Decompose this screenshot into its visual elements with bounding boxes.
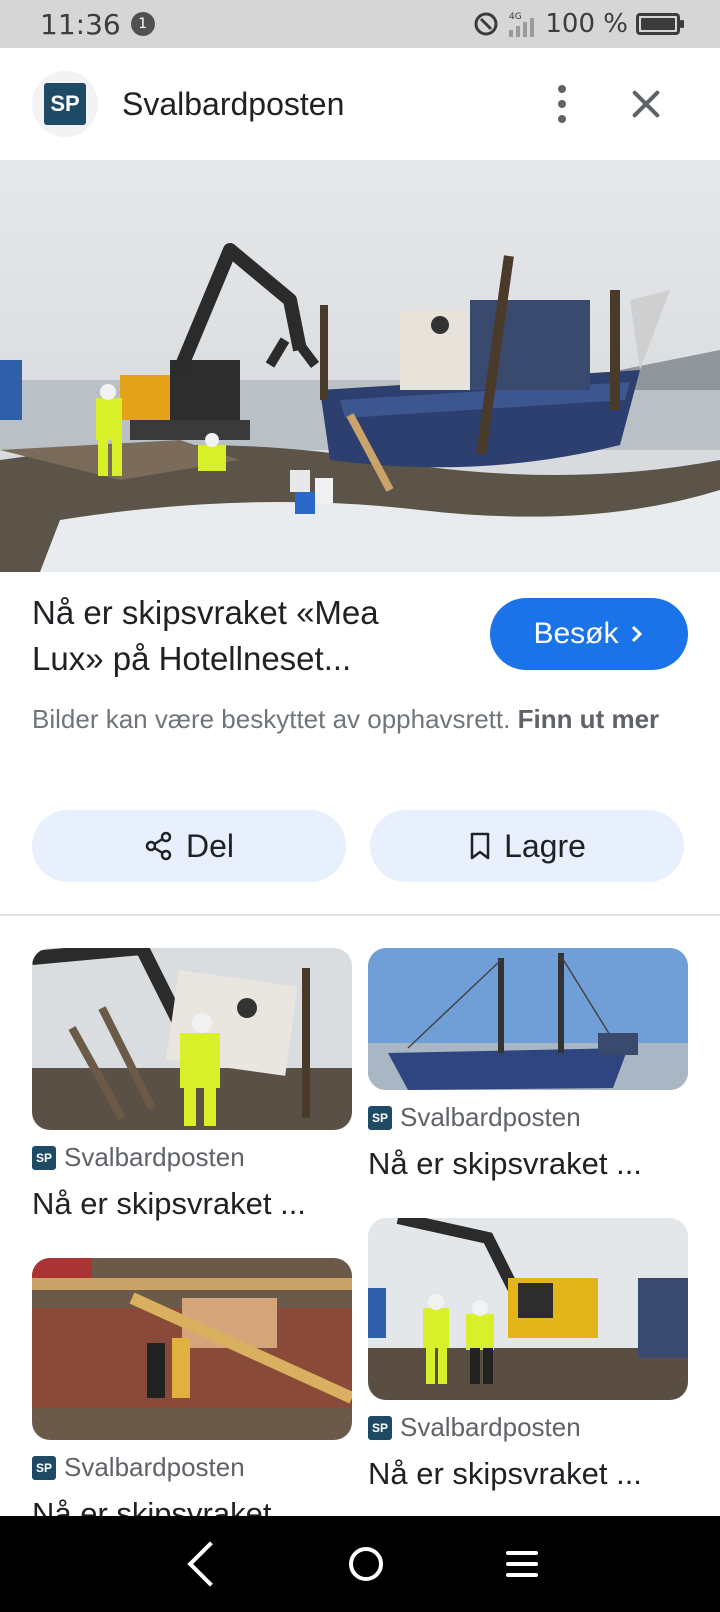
share-icon bbox=[145, 831, 172, 861]
site-name[interactable]: Svalbardposten bbox=[122, 86, 540, 123]
related-source: SP Svalbardposten bbox=[32, 1142, 245, 1173]
related-image[interactable] bbox=[368, 948, 688, 1090]
source-name: Svalbardposten bbox=[400, 1412, 581, 1442]
more-options-icon[interactable] bbox=[540, 76, 584, 132]
battery-percent: 100 % bbox=[545, 9, 628, 39]
save-button[interactable]: Lagre bbox=[370, 810, 684, 882]
chevron-right-icon bbox=[631, 625, 642, 643]
back-icon[interactable] bbox=[187, 1541, 233, 1587]
related-photo bbox=[32, 1258, 352, 1440]
network-label: 4G bbox=[509, 12, 522, 22]
source-header: SP Svalbardposten bbox=[0, 48, 720, 160]
battery-icon bbox=[636, 13, 684, 35]
copyright-notice: Bilder kan være beskyttet av opphavsrett… bbox=[32, 700, 682, 738]
nfc-icon bbox=[474, 12, 498, 36]
clock: 11:36 bbox=[40, 7, 121, 41]
battery-level bbox=[641, 18, 675, 30]
visit-label: Besøk bbox=[533, 617, 619, 650]
status-bar: 11:36 1 4G 100 % bbox=[0, 0, 720, 48]
source-name: Svalbardposten bbox=[64, 1452, 245, 1482]
signal-icon: 4G bbox=[509, 12, 535, 37]
related-title[interactable]: Nå er skipsvraket bbox=[32, 1496, 271, 1516]
source-logo: SP bbox=[368, 1415, 392, 1440]
site-logo[interactable]: SP bbox=[32, 71, 98, 137]
menu-icon[interactable] bbox=[506, 1551, 539, 1577]
related-image[interactable] bbox=[32, 948, 352, 1130]
source-logo: SP bbox=[32, 1455, 56, 1480]
related-source: SP Svalbardposten bbox=[32, 1452, 245, 1483]
hero-image[interactable] bbox=[0, 160, 720, 572]
share-label: Del bbox=[185, 827, 234, 864]
related-title[interactable]: Nå er skipsvraket ... bbox=[32, 1186, 306, 1222]
related-image[interactable] bbox=[368, 1218, 688, 1400]
save-label: Lagre bbox=[504, 827, 586, 864]
article-title[interactable]: Nå er skipsvraket «Mea Lux» på Hotellnes… bbox=[32, 590, 452, 682]
section-divider bbox=[0, 914, 720, 916]
related-photo bbox=[368, 1218, 688, 1400]
system-nav-bar bbox=[0, 1516, 720, 1612]
site-logo-badge: SP bbox=[44, 83, 86, 125]
copyright-text: Bilder kan være beskyttet av opphavsrett… bbox=[32, 704, 511, 734]
visit-button[interactable]: Besøk bbox=[490, 598, 688, 670]
related-title[interactable]: Nå er skipsvraket ... bbox=[368, 1146, 642, 1182]
related-source: SP Svalbardposten bbox=[368, 1412, 581, 1443]
related-source: SP Svalbardposten bbox=[368, 1102, 581, 1133]
source-logo: SP bbox=[368, 1105, 392, 1130]
close-icon[interactable] bbox=[624, 82, 668, 126]
related-image[interactable] bbox=[32, 1258, 352, 1440]
related-photo bbox=[32, 948, 352, 1130]
shipwreck-photo bbox=[0, 160, 720, 572]
source-logo: SP bbox=[32, 1145, 56, 1170]
related-title[interactable]: Nå er skipsvraket ... bbox=[368, 1456, 642, 1492]
notification-badge: 1 bbox=[130, 12, 155, 36]
source-name: Svalbardposten bbox=[64, 1142, 245, 1172]
share-button[interactable]: Del bbox=[32, 810, 346, 882]
bookmark-icon bbox=[470, 832, 490, 860]
home-icon[interactable] bbox=[348, 1547, 383, 1581]
learn-more-link[interactable]: Finn ut mer bbox=[518, 704, 660, 734]
source-name: Svalbardposten bbox=[400, 1102, 581, 1132]
related-photo bbox=[368, 948, 688, 1090]
